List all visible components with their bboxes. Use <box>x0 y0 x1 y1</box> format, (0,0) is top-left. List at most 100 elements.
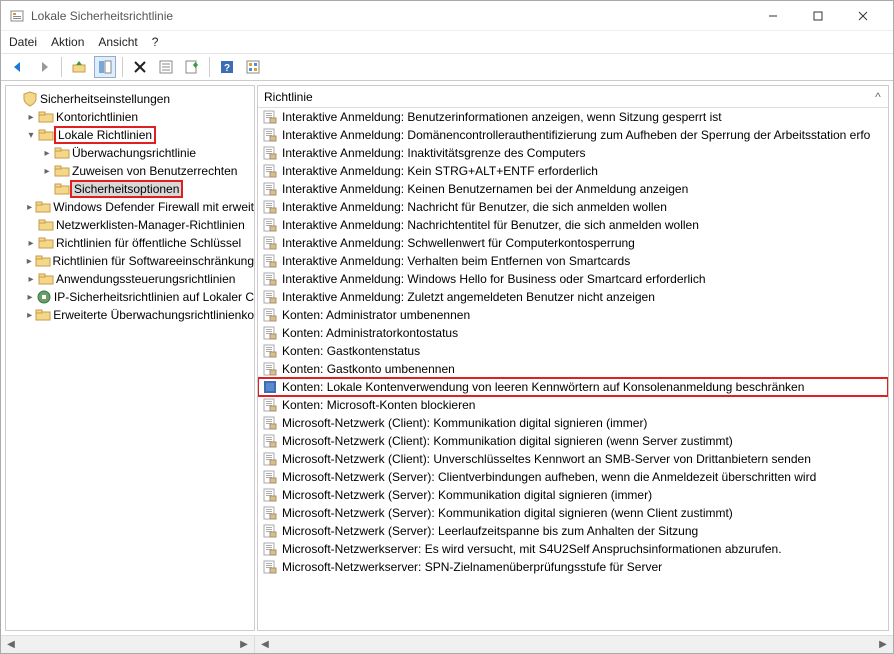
column-richtlinie[interactable]: Richtlinie <box>264 90 868 104</box>
list-pane[interactable]: Richtlinie ^ Interaktive Anmeldung: Benu… <box>257 85 889 631</box>
list-row[interactable]: Interaktive Anmeldung: Domänencontroller… <box>258 126 888 144</box>
menu-action[interactable]: Aktion <box>51 35 84 49</box>
policy-icon <box>262 181 278 197</box>
tree-item-label: Anwendungssteuerungsrichtlinien <box>56 272 235 286</box>
list-row-label: Konten: Administrator umbenennen <box>282 308 470 322</box>
expander-icon[interactable]: ▸ <box>24 292 36 303</box>
list-row[interactable]: Konten: Administrator umbenennen <box>258 306 888 324</box>
list-row[interactable]: Konten: Microsoft-Konten blockieren <box>258 396 888 414</box>
list-row[interactable]: Microsoft-Netzwerk (Server): Leerlaufzei… <box>258 522 888 540</box>
list-row-label: Interaktive Anmeldung: Inaktivitätsgrenz… <box>282 146 586 160</box>
list-row[interactable]: Microsoft-Netzwerk (Client): Unverschlüs… <box>258 450 888 468</box>
tree-item[interactable]: Netzwerklisten-Manager-Richtlinien <box>6 216 254 234</box>
menu-view[interactable]: Ansicht <box>98 35 137 49</box>
list-row[interactable]: Interaktive Anmeldung: Zuletzt angemelde… <box>258 288 888 306</box>
tree-pane[interactable]: Sicherheitseinstellungen ▸ Kontorichtlini… <box>5 85 255 631</box>
list-row[interactable]: Interaktive Anmeldung: Verhalten beim En… <box>258 252 888 270</box>
close-button[interactable] <box>840 1 885 31</box>
list-hscroll-right-icon[interactable]: ▶ <box>875 636 891 652</box>
tree-item[interactable]: ▸ Kontorichtlinien <box>6 108 254 126</box>
tree-item[interactable]: ▸Zuweisen von Benutzerrechten <box>6 162 254 180</box>
help-button[interactable]: ? <box>216 56 238 78</box>
list-row[interactable]: Interaktive Anmeldung: Schwellenwert für… <box>258 234 888 252</box>
tree-item[interactable]: ▸Erweiterte Überwachungsrichtlinienko <box>6 306 254 324</box>
maximize-button[interactable] <box>795 1 840 31</box>
list-row-label: Interaktive Anmeldung: Kein STRG+ALT+ENT… <box>282 164 598 178</box>
minimize-button[interactable] <box>750 1 795 31</box>
list-row-label: Interaktive Anmeldung: Verhalten beim En… <box>282 254 630 268</box>
expander-icon[interactable]: ▸ <box>24 112 38 123</box>
tree-item-label: Richtlinien für öffentliche Schlüssel <box>56 236 241 250</box>
list-row[interactable]: Microsoft-Netzwerk (Server): Clientverbi… <box>258 468 888 486</box>
tree-item-label: Kontorichtlinien <box>56 110 138 124</box>
policy-icon <box>262 523 278 539</box>
expander-icon[interactable]: ▸ <box>24 256 35 267</box>
expander-icon[interactable]: ▸ <box>40 166 54 177</box>
tree-item[interactable]: ▸ Anwendungssteuerungsrichtlinien <box>6 270 254 288</box>
folder-icon <box>38 235 54 251</box>
expander-icon[interactable]: ▸ <box>24 310 35 321</box>
list-row[interactable]: Konten: Gastkontenstatus <box>258 342 888 360</box>
list-row[interactable]: Konten: Gastkonto umbenennen <box>258 360 888 378</box>
tree-item-label: Netzwerklisten-Manager-Richtlinien <box>56 218 245 232</box>
tree-hscroll-left-icon[interactable]: ◀ <box>3 636 19 652</box>
expander-icon[interactable]: ▸ <box>24 202 35 213</box>
list-row[interactable]: Interaktive Anmeldung: Benutzerinformati… <box>258 108 888 126</box>
forward-button[interactable] <box>33 56 55 78</box>
window-title: Lokale Sicherheitsrichtlinie <box>31 9 750 23</box>
folder-icon <box>35 199 51 215</box>
tree-hscroll-right-icon[interactable]: ▶ <box>236 636 252 652</box>
tree-item[interactable]: ▸ Richtlinien für öffentliche Schlüssel <box>6 234 254 252</box>
policy-icon <box>262 487 278 503</box>
list-row-label: Konten: Administratorkontostatus <box>282 326 458 340</box>
list-row[interactable]: Microsoft-Netzwerk (Server): Kommunikati… <box>258 504 888 522</box>
policy-icon <box>262 559 278 575</box>
show-hide-tree-button[interactable] <box>94 56 116 78</box>
back-button[interactable] <box>7 56 29 78</box>
expander-icon[interactable]: ▸ <box>24 238 38 249</box>
delete-button[interactable] <box>129 56 151 78</box>
app-icon <box>9 8 25 24</box>
list-header[interactable]: Richtlinie ^ <box>258 86 888 108</box>
list-row[interactable]: Microsoft-Netzwerk (Client): Kommunikati… <box>258 414 888 432</box>
expander-icon[interactable]: ▸ <box>24 274 38 285</box>
list-row[interactable]: Interaktive Anmeldung: Kein STRG+ALT+ENT… <box>258 162 888 180</box>
list-row[interactable]: Interaktive Anmeldung: Nachrichtentitel … <box>258 216 888 234</box>
tree-root[interactable]: Sicherheitseinstellungen <box>6 90 254 108</box>
list-row-label: Microsoft-Netzwerk (Server): Clientverbi… <box>282 470 816 484</box>
list-row[interactable]: Konten: Administratorkontostatus <box>258 324 888 342</box>
list-row-label: Interaktive Anmeldung: Domänencontroller… <box>282 128 870 142</box>
properties-button[interactable] <box>155 56 177 78</box>
list-row-label: Interaktive Anmeldung: Zuletzt angemelde… <box>282 290 655 304</box>
tree-item[interactable]: ▸Richtlinien für Softwareeinschränkung <box>6 252 254 270</box>
shield-icon <box>22 91 38 107</box>
tree-item[interactable]: ▾Lokale Richtlinien <box>6 126 254 144</box>
list-row[interactable]: Interaktive Anmeldung: Windows Hello for… <box>258 270 888 288</box>
export-button[interactable] <box>181 56 203 78</box>
tree-item[interactable]: Sicherheitsoptionen <box>6 180 254 198</box>
expander-icon[interactable]: ▸ <box>40 148 54 159</box>
tree-item[interactable]: ▸IP-Sicherheitsrichtlinien auf Lokaler C <box>6 288 254 306</box>
tree-item[interactable]: ▸Überwachungsrichtlinie <box>6 144 254 162</box>
list-row[interactable]: Microsoft-Netzwerk (Server): Kommunikati… <box>258 486 888 504</box>
up-button[interactable] <box>68 56 90 78</box>
expander-icon[interactable]: ▾ <box>24 130 38 141</box>
list-row[interactable]: Interaktive Anmeldung: Nachricht für Ben… <box>258 198 888 216</box>
list-row[interactable]: Interaktive Anmeldung: Keinen Benutzerna… <box>258 180 888 198</box>
menu-file[interactable]: Datei <box>9 35 37 49</box>
list-row[interactable]: Konten: Lokale Kontenverwendung von leer… <box>258 378 888 396</box>
list-row-label: Konten: Microsoft-Konten blockieren <box>282 398 475 412</box>
list-hscroll-left-icon[interactable]: ◀ <box>257 636 273 652</box>
titlebar: Lokale Sicherheitsrichtlinie <box>1 1 893 31</box>
tree-item[interactable]: ▸ Windows Defender Firewall mit erweit <box>6 198 254 216</box>
list-row-label: Microsoft-Netzwerkserver: Es wird versuc… <box>282 542 782 556</box>
list-row-label: Konten: Lokale Kontenverwendung von leer… <box>282 380 804 394</box>
list-row[interactable]: Interaktive Anmeldung: Inaktivitätsgrenz… <box>258 144 888 162</box>
list-row[interactable]: Microsoft-Netzwerkserver: Es wird versuc… <box>258 540 888 558</box>
tree-item-label: Windows Defender Firewall mit erweit <box>53 200 254 214</box>
menu-help[interactable]: ? <box>152 35 159 49</box>
tree-root-label: Sicherheitseinstellungen <box>40 92 170 106</box>
list-row[interactable]: Microsoft-Netzwerk (Client): Kommunikati… <box>258 432 888 450</box>
list-row[interactable]: Microsoft-Netzwerkserver: SPN-Zielnamenü… <box>258 558 888 576</box>
refresh-button[interactable] <box>242 56 264 78</box>
